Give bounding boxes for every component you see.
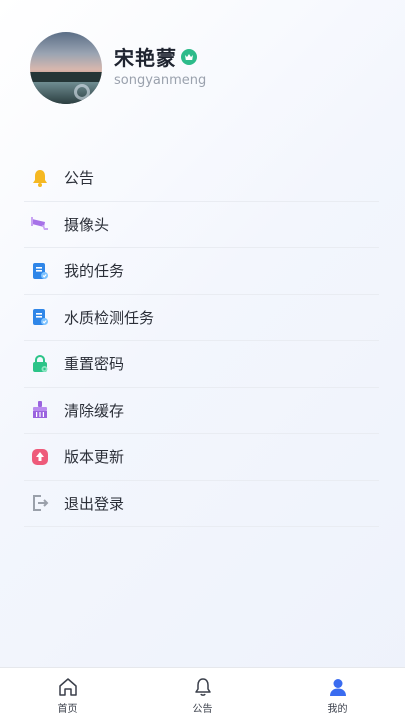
user-icon: [329, 679, 346, 696]
broom-icon: [29, 399, 51, 421]
tab-label: 我的: [327, 704, 348, 715]
menu-item-announcement[interactable]: 公告: [24, 155, 379, 202]
menu-item-version-update[interactable]: 版本更新: [24, 434, 379, 481]
user-name: 宋艳蒙: [114, 46, 177, 70]
menu-item-label: 清除缓存: [64, 401, 125, 420]
logout-icon: [29, 492, 51, 514]
tab-label: 公告: [192, 704, 213, 715]
menu-item-label: 退出登录: [64, 494, 125, 513]
menu-item-label: 我的任务: [64, 262, 125, 281]
avatar[interactable]: [30, 32, 102, 104]
name-row: 宋艳蒙: [114, 42, 197, 71]
menu-item-label: 公告: [64, 169, 95, 188]
update-icon: [29, 446, 51, 468]
menu-item-my-tasks[interactable]: 我的任务: [24, 248, 379, 295]
camera-icon: [29, 213, 51, 235]
menu-item-clear-cache[interactable]: 清除缓存: [24, 388, 379, 434]
profile-header: 宋艳蒙 songyanmeng: [30, 32, 390, 104]
tab-home[interactable]: 首页: [0, 668, 135, 720]
lock-icon: [29, 353, 51, 375]
menu-item-label: 版本更新: [64, 448, 125, 467]
task-doc-icon: [29, 260, 51, 282]
tab-announcement[interactable]: 公告: [135, 668, 270, 720]
bell-icon: [29, 167, 51, 189]
user-id: songyanmeng: [114, 73, 207, 88]
menu-item-label: 重置密码: [64, 355, 125, 374]
menu-item-reset-password[interactable]: 重置密码: [24, 341, 379, 388]
crown-badge-icon: [181, 48, 197, 65]
home-icon: [58, 678, 77, 696]
bell-outline-icon: [194, 678, 211, 696]
menu-item-water-tasks[interactable]: 水质检测任务: [24, 295, 379, 341]
menu-item-logout[interactable]: 退出登录: [24, 481, 379, 527]
settings-menu: 公告 摄像头 我的任务 水质检测任务 重置密码 清除缓存 版本更新 退出登录: [24, 155, 379, 527]
tab-label: 首页: [57, 704, 78, 715]
bottom-tab-bar: 首页 公告 我的: [0, 667, 405, 720]
menu-item-camera[interactable]: 摄像头: [24, 202, 379, 248]
tab-mine[interactable]: 我的: [270, 668, 405, 720]
water-task-icon: [29, 306, 51, 328]
menu-item-label: 水质检测任务: [64, 308, 155, 327]
profile-screen: 宋艳蒙 songyanmeng 公告 摄像头 我的任务 水质检测任务 重置密码 …: [0, 0, 405, 720]
menu-item-label: 摄像头: [64, 215, 110, 234]
